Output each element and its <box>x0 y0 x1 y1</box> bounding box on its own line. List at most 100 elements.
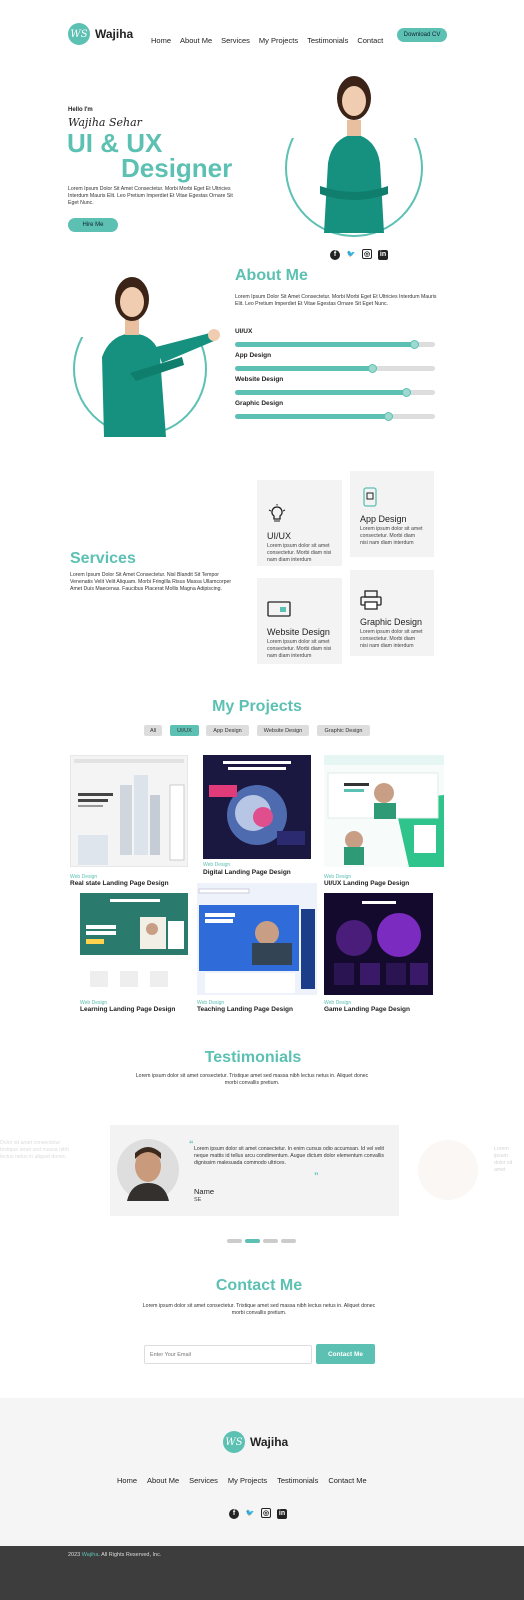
brand-logo[interactable]: WS Wajiha <box>68 23 133 45</box>
skills-list: UI/UX App Design Website Design Graphic … <box>235 328 435 424</box>
hero-title-line2: Designer <box>121 153 233 183</box>
nav-testimonials[interactable]: Testimonials <box>307 36 348 45</box>
project-title[interactable]: Game Landing Page Design <box>324 1006 410 1013</box>
skill-label: UI/UX <box>235 328 253 335</box>
download-cv-button[interactable]: Download CV <box>397 28 447 42</box>
filter-graphic-design[interactable]: Graphic Design <box>317 725 370 736</box>
carousel-dot[interactable] <box>281 1239 296 1243</box>
hero-description: Lorem Ipsum Dolor Sit Amet Consectetur. … <box>68 186 233 206</box>
close-quote-icon: ” <box>314 1171 319 1181</box>
service-title: Website Design <box>267 627 330 637</box>
copyright-year: 2023 <box>68 1552 81 1558</box>
logo-mark: WS <box>68 23 90 45</box>
email-input[interactable] <box>144 1345 312 1364</box>
about-description: Lorem Ipsum Dolor Sit Amet Consectetur. … <box>235 294 437 307</box>
facebook-icon[interactable]: f <box>229 1508 239 1519</box>
service-title: App Design <box>360 514 407 524</box>
footer-social-links: f 🐦 ◎ in <box>226 1502 290 1520</box>
service-title: UI/UX <box>267 531 292 541</box>
filter-website-design[interactable]: Website Design <box>257 725 309 736</box>
service-card-uiux[interactable]: UI/UX Lorem ipsum dolor sit amet consect… <box>257 480 342 566</box>
project-thumbnail-realstate[interactable] <box>70 755 188 867</box>
testimonial-card-prev-faded[interactable]: Dolor sit amet consectetur tristique ame… <box>0 1140 80 1190</box>
twitter-icon[interactable]: 🐦 <box>245 1508 255 1518</box>
instagram-icon[interactable]: ◎ <box>362 249 372 259</box>
hero-greeting: Hello I'm <box>68 107 93 113</box>
skill-bar <box>235 364 435 373</box>
twitter-icon[interactable]: 🐦 <box>346 249 356 259</box>
service-text: Lorem ipsum dolor sit amet consectetur. … <box>360 526 423 546</box>
project-thumbnail-uiux[interactable] <box>324 755 444 867</box>
footer-nav-contact[interactable]: Contact Me <box>328 1476 366 1485</box>
carousel-dot-active[interactable] <box>245 1239 260 1243</box>
open-quote-icon: “ <box>189 1139 194 1149</box>
project-thumbnail-teaching[interactable] <box>197 883 317 995</box>
hero-social-links: f 🐦 ◎ in <box>327 243 391 261</box>
instagram-icon[interactable]: ◎ <box>261 1508 271 1518</box>
contact-me-button[interactable]: Contact Me <box>316 1344 375 1364</box>
testimonial-quote: Lorem ipsum dolor sit amet consectetur. … <box>194 1146 384 1166</box>
footer-nav-home[interactable]: Home <box>117 1476 137 1485</box>
filter-all[interactable]: All <box>144 725 162 736</box>
project-category: Web Design <box>203 862 231 868</box>
project-thumbnail-game[interactable] <box>324 893 433 995</box>
footer-nav-about[interactable]: About Me <box>147 1476 179 1485</box>
copyright-rest: . All Rights Reserved, Inc. <box>98 1552 162 1558</box>
phone-icon <box>363 487 377 507</box>
testimonial-card-next-faded[interactable]: Lorem ipsum dolor sit amet <box>418 1140 524 1202</box>
filter-app-design[interactable]: App Design <box>206 725 249 736</box>
nav-home[interactable]: Home <box>151 36 171 45</box>
skill-bar <box>235 340 435 349</box>
service-text: Lorem ipsum dolor sit amet consectetur. … <box>267 543 332 563</box>
skill-label: Graphic Design <box>235 400 284 407</box>
logo-text: Wajiha <box>95 27 134 41</box>
copyright-name[interactable]: Wajiha <box>82 1552 99 1558</box>
project-title[interactable]: UI/UX Landing Page Design <box>324 880 409 887</box>
service-text: Lorem ipsum dolor sit amet consectetur. … <box>360 629 423 649</box>
linkedin-icon[interactable]: in <box>277 1508 287 1519</box>
copyright-text: 2023 Wajiha. All Rights Reserved, Inc. <box>68 1552 161 1558</box>
project-title[interactable]: Digital Landing Page Design <box>203 869 291 876</box>
lightbulb-icon <box>268 504 286 522</box>
footer-logo-text: Wajiha <box>250 1435 289 1449</box>
nav-services[interactable]: Services <box>221 36 250 45</box>
service-card-website[interactable]: Website Design Lorem ipsum dolor sit ame… <box>257 578 342 664</box>
skill-bar <box>235 388 435 397</box>
linkedin-icon[interactable]: in <box>378 249 388 260</box>
contact-heading: Contact Me <box>215 1277 303 1294</box>
hero-portrait <box>284 68 426 237</box>
footer-nav-testimonials[interactable]: Testimonials <box>277 1476 318 1485</box>
testimonial-avatar <box>117 1139 179 1201</box>
footer-logo[interactable]: WS Wajiha <box>223 1431 288 1453</box>
nav-projects[interactable]: My Projects <box>259 36 298 45</box>
skill-label: App Design <box>235 352 272 359</box>
testimonial-name: Name <box>194 1187 215 1196</box>
nav-about[interactable]: About Me <box>180 36 212 45</box>
project-title[interactable]: Learning Landing Page Design <box>80 1006 175 1013</box>
service-card-graphic[interactable]: Graphic Design Lorem ipsum dolor sit ame… <box>350 570 434 656</box>
service-text: Lorem ipsum dolor sit amet consectetur. … <box>267 639 332 659</box>
filter-uiux-active[interactable]: UI/UX <box>170 725 199 736</box>
facebook-icon[interactable]: f <box>330 249 340 260</box>
footer-nav-services[interactable]: Services <box>189 1476 218 1485</box>
carousel-dot[interactable] <box>263 1239 278 1243</box>
service-card-app[interactable]: App Design Lorem ipsum dolor sit amet co… <box>350 471 434 557</box>
carousel-dot[interactable] <box>227 1239 242 1243</box>
nav-contact[interactable]: Contact <box>357 36 383 45</box>
project-title[interactable]: Real state Landing Page Design <box>70 880 169 887</box>
testimonials-description: Lorem ipsum dolor sit amet consectetur. … <box>135 1073 369 1086</box>
footer-nav-projects[interactable]: My Projects <box>228 1476 267 1485</box>
project-thumbnail-learning[interactable] <box>80 893 188 995</box>
hire-me-button[interactable]: Hire Me <box>68 218 118 232</box>
services-heading: Services <box>70 550 136 567</box>
testimonial-card-active: “ Lorem ipsum dolor sit amet consectetur… <box>110 1125 399 1216</box>
project-title[interactable]: Teaching Landing Page Design <box>197 1006 293 1013</box>
project-thumbnail-digital[interactable] <box>203 755 311 859</box>
contact-description: Lorem ipsum dolor sit amet consectetur. … <box>142 1303 376 1316</box>
service-title: Graphic Design <box>360 617 423 627</box>
testimonial-role: SE <box>194 1197 202 1203</box>
footer-logo-mark: WS <box>223 1431 245 1453</box>
footer-nav: Home About Me Services My Projects Testimoni… <box>112 1470 372 1488</box>
main-nav: Home About Me Services My Projects Testimoni… <box>151 30 392 48</box>
skill-bar <box>235 412 435 421</box>
